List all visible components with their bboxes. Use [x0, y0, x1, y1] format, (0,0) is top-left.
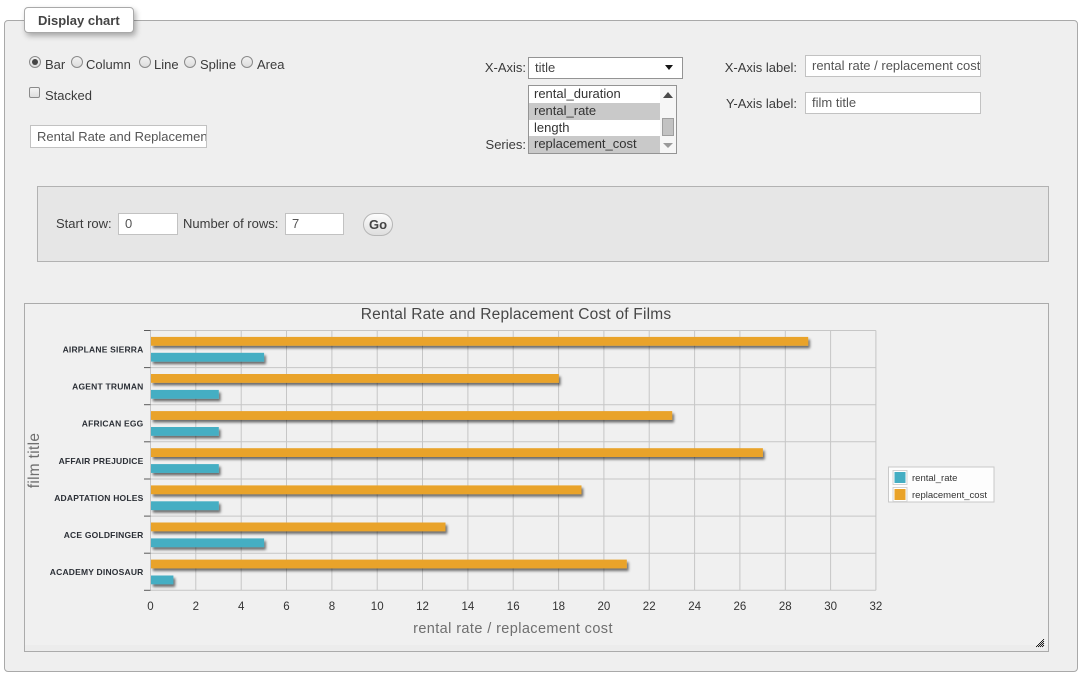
svg-text:10: 10: [371, 601, 384, 613]
svg-text:18: 18: [552, 601, 565, 613]
svg-text:AFRICAN EGG: AFRICAN EGG: [82, 419, 144, 429]
svg-text:ACE GOLDFINGER: ACE GOLDFINGER: [64, 530, 144, 540]
svg-text:rental rate / replacement cost: rental rate / replacement cost: [413, 621, 613, 637]
svg-text:26: 26: [734, 601, 747, 613]
svg-text:28: 28: [779, 601, 792, 613]
svg-text:20: 20: [598, 601, 611, 613]
svg-text:Rental Rate and Replacement Co: Rental Rate and Replacement Cost of Film…: [361, 306, 672, 323]
svg-text:ADAPTATION HOLES: ADAPTATION HOLES: [54, 493, 143, 503]
svg-text:32: 32: [870, 601, 883, 613]
svg-text:4: 4: [238, 601, 245, 613]
svg-text:ACADEMY DINOSAUR: ACADEMY DINOSAUR: [50, 567, 144, 577]
svg-text:6: 6: [283, 601, 289, 613]
svg-text:16: 16: [507, 601, 520, 613]
svg-text:12: 12: [416, 601, 429, 613]
svg-text:AFFAIR PREJUDICE: AFFAIR PREJUDICE: [59, 456, 144, 466]
svg-text:2: 2: [193, 601, 199, 613]
svg-text:AIRPLANE SIERRA: AIRPLANE SIERRA: [63, 345, 144, 355]
svg-text:film title: film title: [26, 433, 43, 489]
svg-text:rental_rate: rental_rate: [912, 473, 957, 484]
svg-text:22: 22: [643, 601, 656, 613]
svg-text:8: 8: [329, 601, 335, 613]
svg-text:replacement_cost: replacement_cost: [912, 490, 987, 501]
svg-text:24: 24: [688, 601, 701, 613]
svg-text:30: 30: [824, 601, 837, 613]
svg-text:14: 14: [462, 601, 475, 613]
svg-text:AGENT TRUMAN: AGENT TRUMAN: [72, 382, 143, 392]
svg-text:0: 0: [147, 601, 153, 613]
